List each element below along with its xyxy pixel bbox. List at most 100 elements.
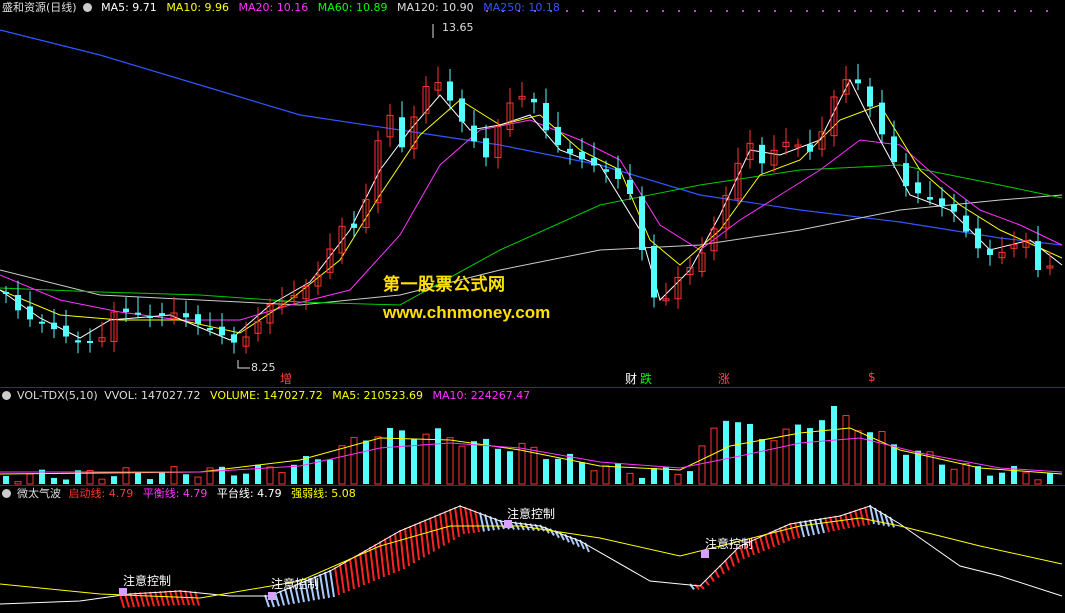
separator-dot [662,10,664,12]
volume-bar [626,472,634,485]
separator-dot [870,10,872,12]
separator-dot [742,10,744,12]
volume-bar [51,477,57,484]
wave-hatch [424,519,430,555]
main-header: 盛和资源(日线) MA5: 9.71 MA10: 9.96 MA20: 10.1… [2,1,566,15]
volume-bar [471,441,477,484]
wave-hatch [374,544,380,580]
volume-bar [98,478,106,485]
volume-bar [555,458,561,484]
settings-gear-icon[interactable] [82,3,92,12]
volume-bar [170,466,178,485]
separator-dot [790,10,792,12]
wave-hatch [819,517,825,534]
candle-body [483,138,489,158]
candle-body [591,157,597,166]
separator-dot [598,10,600,12]
indicator-header: 微太气波 启动线: 4.79 平衡线: 4.79 平台线: 4.79 强弱线: … [2,487,362,501]
wave-hatch [429,517,435,552]
candle-body [543,103,549,131]
volume-bar [26,473,34,485]
volume-bar [807,428,813,484]
wave-hatch [369,547,375,582]
separator-dot [630,10,632,12]
wave-hatch [379,541,385,578]
volume-bar [687,471,693,484]
wave-hatch [844,513,850,529]
volume-bar [63,479,69,484]
candle-body [915,182,921,194]
candle-body [759,144,765,164]
event-marker-down[interactable]: 跌 [640,370,652,387]
separator-dot [678,10,680,12]
ma120-line [0,194,1063,306]
wave-hatch [404,527,410,567]
volume-bar [915,450,921,484]
indicator-pane[interactable]: 微太气波 启动线: 4.79 平衡线: 4.79 平台线: 4.79 强弱线: … [0,485,1065,613]
candle-body [939,198,945,207]
event-marker-increase[interactable]: 增 [280,370,292,387]
volume-bar [387,427,393,484]
wave-hatch [864,506,870,526]
wave-hatch [434,515,440,549]
candle-body [579,151,585,160]
wave-hatch [409,525,415,564]
volume-bar [723,420,729,484]
separator-dot [1046,10,1048,12]
volume-bar [831,406,837,484]
volume-bar [446,437,454,485]
event-marker-finance[interactable]: 财 [625,370,637,387]
wave-hatch [174,590,180,606]
price-chart-pane[interactable]: 盛和资源(日线) MA5: 9.71 MA10: 9.96 MA20: 10.1… [0,0,1065,387]
volume-bar [435,428,441,484]
candle-body [627,179,633,194]
candle-body [75,340,81,343]
volume-bar [579,462,585,484]
ma20-line [0,119,1063,321]
volume-bar [842,415,850,485]
volume-bar [735,422,741,484]
separator-dot [710,10,712,12]
control-label-2: 注意控制 [271,577,320,591]
candle-body [867,86,873,107]
wave-hatch [389,535,395,574]
wave-hatch [714,569,720,579]
event-marker-up[interactable]: 涨 [718,370,730,387]
volume-bar [602,465,610,485]
ma250-label: MA250: 10.18 [483,1,560,14]
volume-bar [327,459,333,484]
volume-bar [338,445,346,485]
candle-body [159,313,165,316]
candle-body [351,223,357,228]
indicator-settings-gear-icon[interactable] [2,489,11,498]
wave-hatch [824,517,830,533]
volume-bar [266,466,274,485]
volume-bar [615,463,621,484]
event-marker-dividend[interactable]: $ [868,370,876,384]
volume-bar [243,473,249,484]
volume-bar [651,468,657,484]
ma60-line [0,164,1063,306]
wave-hatch [859,508,865,526]
candle-body [231,334,237,343]
separator-dot [886,10,888,12]
wave-hatch [139,592,145,607]
volume-bar [770,440,778,485]
candle-body [207,327,213,330]
wave-hatch [334,567,340,596]
candlestick-chart[interactable] [0,0,1065,387]
control-label-1: 注意控制 [123,574,172,588]
vol-ma5-label: MA5: 210523.69 [332,389,423,402]
volume-bar [987,475,993,484]
volume-pane[interactable]: VOL-TDX(5,10) VVOL: 147027.72 VOLUME: 14… [0,387,1065,485]
separator-dot [582,10,584,12]
wave-hatch [804,520,810,537]
strength-line-label: 强弱线: 5.08 [291,487,356,500]
volume-settings-gear-icon[interactable] [2,391,11,400]
wave-hatch [454,506,460,538]
volume-bar [1022,472,1030,485]
platform-line-label: 平台线: 4.79 [216,487,282,500]
wave-hatch [159,590,165,607]
candle-body [27,306,33,320]
candle-body [1035,241,1041,270]
